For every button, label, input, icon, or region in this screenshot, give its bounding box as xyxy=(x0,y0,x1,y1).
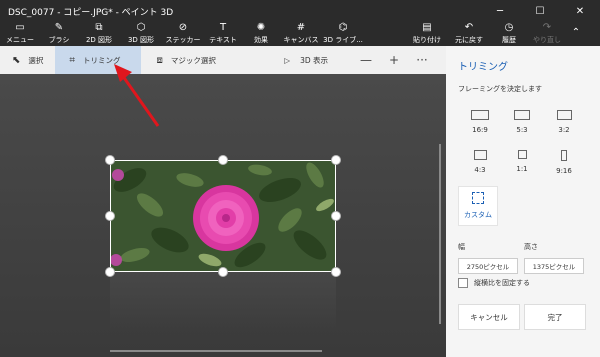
ratio-3-2-button[interactable]: 3:2 xyxy=(544,110,584,146)
select-tool-button[interactable]: ⬉ 選択 xyxy=(0,46,55,74)
brushes-button[interactable]: ✎ ブラシ xyxy=(40,22,78,46)
canvas-icon: # xyxy=(296,22,306,33)
3d-view-icon: ▷ xyxy=(284,55,291,65)
annotation-arrow xyxy=(114,64,160,127)
ratio-16-9-icon xyxy=(471,110,489,120)
view-controls: ▷ 3D 表示 — + ··· xyxy=(284,46,436,74)
paste-icon: ▤ xyxy=(422,22,432,33)
ratio-4-3-icon xyxy=(473,150,487,160)
history-button[interactable]: ◷ 履歴 xyxy=(490,22,528,46)
crop-panel: トリミング フレーミングを決定します 16:9 5:3 3:2 4:3 1:1 … xyxy=(446,46,600,357)
cursor-icon: ⬉ xyxy=(12,54,21,66)
text-button[interactable]: T テキスト xyxy=(204,22,242,46)
main-toolbar: ▭ メニュー ✎ ブラシ ⧉ 2D 図形 ⬡ 3D 図形 ⊘ ステッカー T テ… xyxy=(0,22,600,46)
custom-ratio-button[interactable]: カスタム xyxy=(458,186,498,226)
crop-handle-bottom[interactable] xyxy=(218,267,228,277)
ratio-5-3-button[interactable]: 5:3 xyxy=(502,110,542,146)
3d-library-button[interactable]: ⌬ 3D ライブ... xyxy=(322,22,364,46)
paste-button[interactable]: ▤ 貼り付け xyxy=(406,22,448,46)
custom-crop-icon xyxy=(472,192,484,204)
undo-icon: ↶ xyxy=(464,22,474,33)
vertical-scrollbar[interactable] xyxy=(439,144,441,324)
minimize-button[interactable]: ─ xyxy=(480,0,520,22)
crop-handle-top[interactable] xyxy=(218,155,228,165)
canvas-area[interactable] xyxy=(0,74,446,357)
undo-button[interactable]: ↶ 元に戻す xyxy=(448,22,490,46)
2d-shapes-icon: ⧉ xyxy=(95,22,103,33)
history-icon: ◷ xyxy=(504,22,514,33)
folder-icon: ▭ xyxy=(15,22,25,33)
3d-shapes-icon: ⬡ xyxy=(136,22,146,33)
crop-handle-right[interactable] xyxy=(331,211,341,221)
close-button[interactable]: ✕ xyxy=(560,0,600,22)
width-label: 幅 xyxy=(458,243,465,251)
window-controls: ─ ☐ ✕ xyxy=(480,0,600,22)
lock-aspect-checkbox[interactable] xyxy=(458,278,468,288)
stickers-button[interactable]: ⊘ ステッカー xyxy=(162,22,204,46)
window-title: DSC_0077 - コピー.JPG* - ペイント 3D xyxy=(8,7,174,18)
ratio-9-16-button[interactable]: 9:16 xyxy=(544,150,584,186)
menu-button[interactable]: ▭ メニュー xyxy=(0,22,40,46)
ratio-3-2-icon xyxy=(556,110,572,120)
crop-icon: ⌗ xyxy=(69,54,76,66)
canvas-button[interactable]: # キャンバス xyxy=(280,22,322,46)
3d-view-button[interactable]: ▷ 3D 表示 xyxy=(284,55,328,66)
brush-icon: ✎ xyxy=(54,22,64,33)
ratio-1-1-button[interactable]: 1:1 xyxy=(502,150,542,186)
effects-button[interactable]: ✺ 効果 xyxy=(242,22,280,46)
panel-title: トリミング xyxy=(458,62,508,73)
selection-toolbar: ⬉ 選択 ⌗ トリミング ⧈ マジック選択 ▷ 3D 表示 — + ··· xyxy=(0,46,446,74)
crop-handle-bottom-right[interactable] xyxy=(331,267,341,277)
ratio-9-16-icon xyxy=(561,150,567,161)
3d-library-icon: ⌬ xyxy=(338,22,348,33)
text-icon: T xyxy=(219,22,227,33)
more-options-button[interactable]: ··· xyxy=(408,53,436,67)
ratio-4-3-button[interactable]: 4:3 xyxy=(460,150,500,186)
redo-button[interactable]: ↷ やり直し xyxy=(528,22,566,46)
ratio-1-1-icon xyxy=(517,150,527,159)
zoom-out-button[interactable]: — xyxy=(352,53,380,67)
panel-subtitle: フレーミングを決定します xyxy=(458,85,542,93)
collapse-toolbar-button[interactable]: ⌃ xyxy=(566,22,586,46)
image-reflection xyxy=(110,272,336,332)
redo-icon: ↷ xyxy=(542,22,552,33)
crop-handle-left[interactable] xyxy=(105,211,115,221)
effects-icon: ✺ xyxy=(256,22,266,33)
crop-handle-top-right[interactable] xyxy=(331,155,341,165)
2d-shapes-button[interactable]: ⧉ 2D 図形 xyxy=(78,22,120,46)
crop-handle-bottom-left[interactable] xyxy=(105,267,115,277)
chevron-up-icon: ⌃ xyxy=(571,27,581,38)
crop-handle-top-left[interactable] xyxy=(105,155,115,165)
lock-aspect-label: 縦横比を固定する xyxy=(474,279,530,287)
width-field[interactable]: 2750ピクセル xyxy=(458,258,518,274)
crop-frame xyxy=(110,160,336,272)
toolbar-right-tools: ▤ 貼り付け ↶ 元に戻す ◷ 履歴 ↷ やり直し ⌃ xyxy=(406,22,586,46)
done-button[interactable]: 完了 xyxy=(524,304,586,330)
ratio-16-9-button[interactable]: 16:9 xyxy=(460,110,500,146)
sticker-icon: ⊘ xyxy=(178,22,188,33)
title-bar: DSC_0077 - コピー.JPG* - ペイント 3D ─ ☐ ✕ xyxy=(0,0,600,22)
cancel-button[interactable]: キャンセル xyxy=(458,304,520,330)
maximize-button[interactable]: ☐ xyxy=(520,0,560,22)
horizontal-scrollbar[interactable] xyxy=(110,350,322,352)
height-label: 高さ xyxy=(524,243,538,251)
ratio-5-3-icon xyxy=(514,110,530,120)
zoom-in-button[interactable]: + xyxy=(380,53,408,67)
3d-shapes-button[interactable]: ⬡ 3D 図形 xyxy=(120,22,162,46)
height-field[interactable]: 1375ピクセル xyxy=(524,258,584,274)
lock-aspect-row[interactable]: 縦横比を固定する xyxy=(458,278,530,288)
